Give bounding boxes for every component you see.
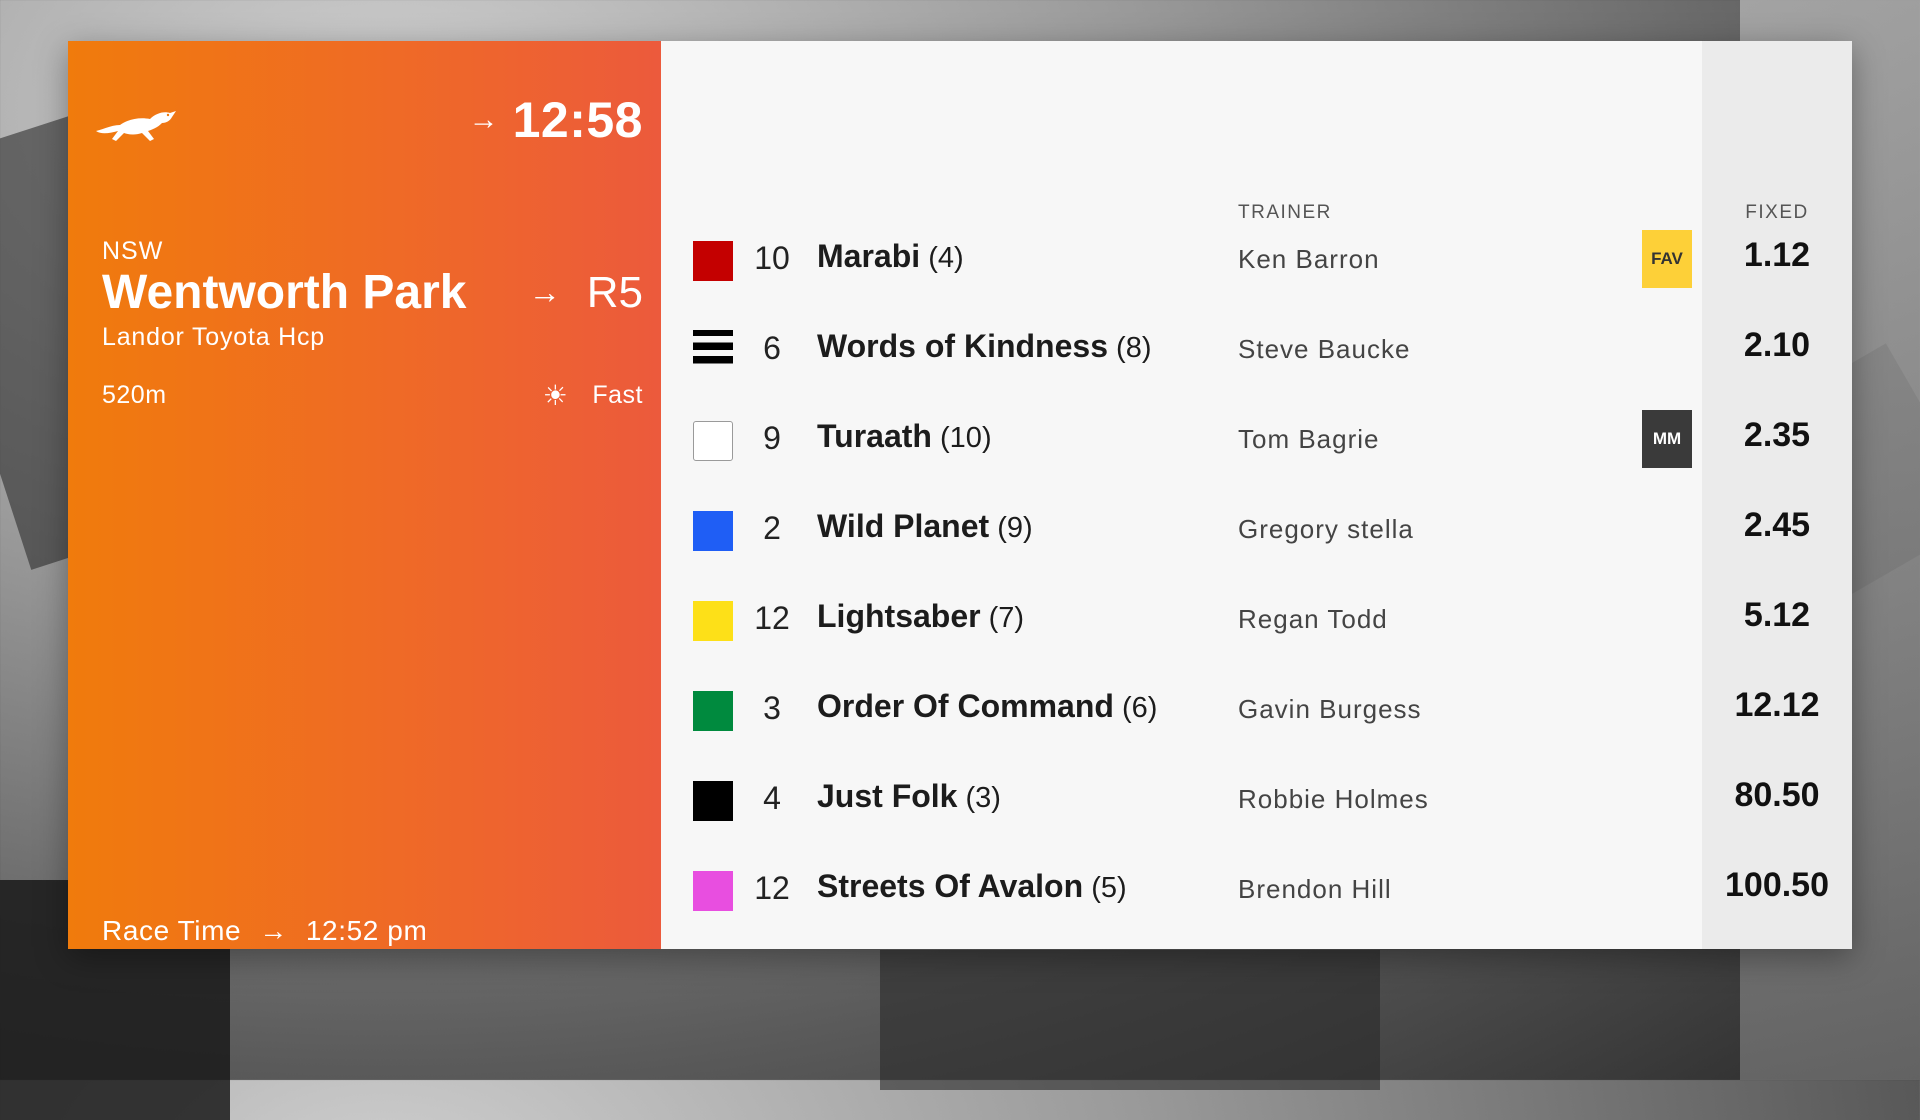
runner-number: 4 <box>763 780 781 816</box>
runner-name: Wild Planet (9) <box>817 508 1033 545</box>
race-distance: 520m <box>102 381 167 409</box>
runner-row[interactable]: 9 Turaath (10) Tom Bagrie MM 2.35 <box>661 394 1852 484</box>
fixed-odds[interactable]: 80.50 <box>1702 776 1852 815</box>
race-card: → 12:58 NSW Wentworth Park → R5 Landor T… <box>68 41 1852 949</box>
favourite-badge: FAV <box>1642 230 1692 288</box>
trainer-name: Steve Baucke <box>1238 334 1411 364</box>
arrow-right-icon: → <box>259 915 288 946</box>
runner-row[interactable]: 12 Streets Of Avalon (5) Brendon Hill 100.5… <box>661 844 1852 934</box>
fixed-odds[interactable]: 2.10 <box>1702 326 1852 365</box>
fixed-odds[interactable]: 12.12 <box>1702 686 1852 725</box>
arrow-right-icon: → <box>468 103 499 136</box>
runner-number: 9 <box>763 420 781 456</box>
race-name: Landor Toyota Hcp <box>102 323 325 351</box>
fixed-odds[interactable]: 1.12 <box>1702 236 1852 275</box>
runner-box: (8) <box>1107 332 1152 364</box>
runners-panel: TRAINER FIXED 10 Marabi (4) Ken Barron FAV 1… <box>661 41 1852 949</box>
runner-box: (6) <box>1113 692 1158 724</box>
venue-name: Wentworth Park <box>102 266 467 319</box>
greyhound-icon <box>96 111 176 141</box>
runner-name-text: Lightsaber <box>817 598 981 634</box>
race-number: R5 <box>586 267 643 317</box>
runner-number: 3 <box>763 690 781 726</box>
track-condition: ☀ Fast <box>543 379 643 412</box>
trainer-name: Gavin Burgess <box>1238 694 1422 724</box>
runner-row[interactable]: 12 Lightsaber (7) Regan Todd 5.12 <box>661 574 1852 664</box>
fixed-odds[interactable]: 2.45 <box>1702 506 1852 545</box>
runner-name: Lightsaber (7) <box>817 598 1024 635</box>
next-race-time: → 12:58 <box>469 91 643 149</box>
silk-color-swatch <box>693 601 733 641</box>
race-time: Race Time → 12:52 pm <box>102 915 427 947</box>
runner-box: (10) <box>931 422 992 454</box>
runner-name-text: Turaath <box>817 418 932 454</box>
venue-row: Wentworth Park → R5 <box>102 265 643 320</box>
runner-name: Turaath (10) <box>817 418 992 455</box>
runner-name: Streets Of Avalon (5) <box>817 868 1127 905</box>
silk-color-swatch <box>693 781 733 821</box>
runner-box: (9) <box>989 512 1033 544</box>
runner-number: 12 <box>754 600 790 636</box>
runner-name: Words of Kindness (8) <box>817 328 1151 365</box>
silk-color-swatch <box>693 330 733 372</box>
silk-color-swatch <box>693 691 733 731</box>
sun-icon: ☀ <box>542 380 569 411</box>
runner-box: (7) <box>980 602 1025 634</box>
runner-box: (5) <box>1083 872 1127 904</box>
race-info-panel: → 12:58 NSW Wentworth Park → R5 Landor T… <box>68 41 661 949</box>
runner-name-text: Marabi <box>817 238 921 274</box>
runner-number: 10 <box>754 240 790 276</box>
trainer-name: Gregory stella <box>1238 514 1414 544</box>
trainer-name: Regan Todd <box>1238 604 1388 634</box>
silk-color-swatch <box>693 421 733 461</box>
runner-number: 6 <box>763 330 781 366</box>
next-race-clock: 12:58 <box>512 92 643 148</box>
trainer-name: Robbie Holmes <box>1238 784 1429 814</box>
state-label: NSW <box>102 237 164 265</box>
fixed-odds[interactable]: 2.35 <box>1702 416 1852 455</box>
runner-row[interactable]: 2 Wild Planet (9) Gregory stella 2.45 <box>661 484 1852 574</box>
runner-box: (3) <box>957 782 1001 814</box>
runner-row[interactable]: 4 Just Folk (3) Robbie Holmes 80.50 <box>661 754 1852 844</box>
market-mover-badge: MM <box>1642 410 1692 468</box>
runner-row[interactable]: 3 Order Of Command (6) Gavin Burgess 12.12 <box>661 664 1852 754</box>
fixed-odds[interactable]: 100.50 <box>1702 866 1852 905</box>
race-time-value: 12:52 pm <box>305 915 428 946</box>
runner-name-text: Words of Kindness <box>817 328 1108 364</box>
runner-name: Order Of Command (6) <box>817 688 1157 725</box>
runner-box: (4) <box>920 242 964 274</box>
runner-row[interactable]: 6 Words of Kindness (8) Steve Baucke 2.10 <box>661 304 1852 394</box>
runner-name-text: Order Of Command <box>817 688 1114 724</box>
silk-color-swatch <box>693 871 733 911</box>
track-condition-label: Fast <box>592 381 643 409</box>
runner-name: Marabi (4) <box>817 238 964 275</box>
silk-color-swatch <box>693 511 733 551</box>
trainer-name: Ken Barron <box>1238 244 1380 274</box>
runner-name: Just Folk (3) <box>817 778 1001 815</box>
arrow-right-icon: → <box>528 274 561 310</box>
fixed-odds[interactable]: 5.12 <box>1702 596 1852 635</box>
runner-number: 2 <box>763 510 781 546</box>
runner-row[interactable]: 10 Marabi (4) Ken Barron FAV 1.12 <box>661 214 1852 304</box>
runner-name-text: Just Folk <box>817 778 958 814</box>
runner-name-text: Streets Of Avalon <box>817 868 1084 904</box>
trainer-name: Tom Bagrie <box>1238 424 1380 454</box>
runner-number: 12 <box>754 870 790 906</box>
race-time-label: Race Time <box>102 915 242 946</box>
trainer-name: Brendon Hill <box>1238 874 1392 904</box>
silk-color-swatch <box>693 241 733 281</box>
runner-name-text: Wild Planet <box>817 508 990 544</box>
